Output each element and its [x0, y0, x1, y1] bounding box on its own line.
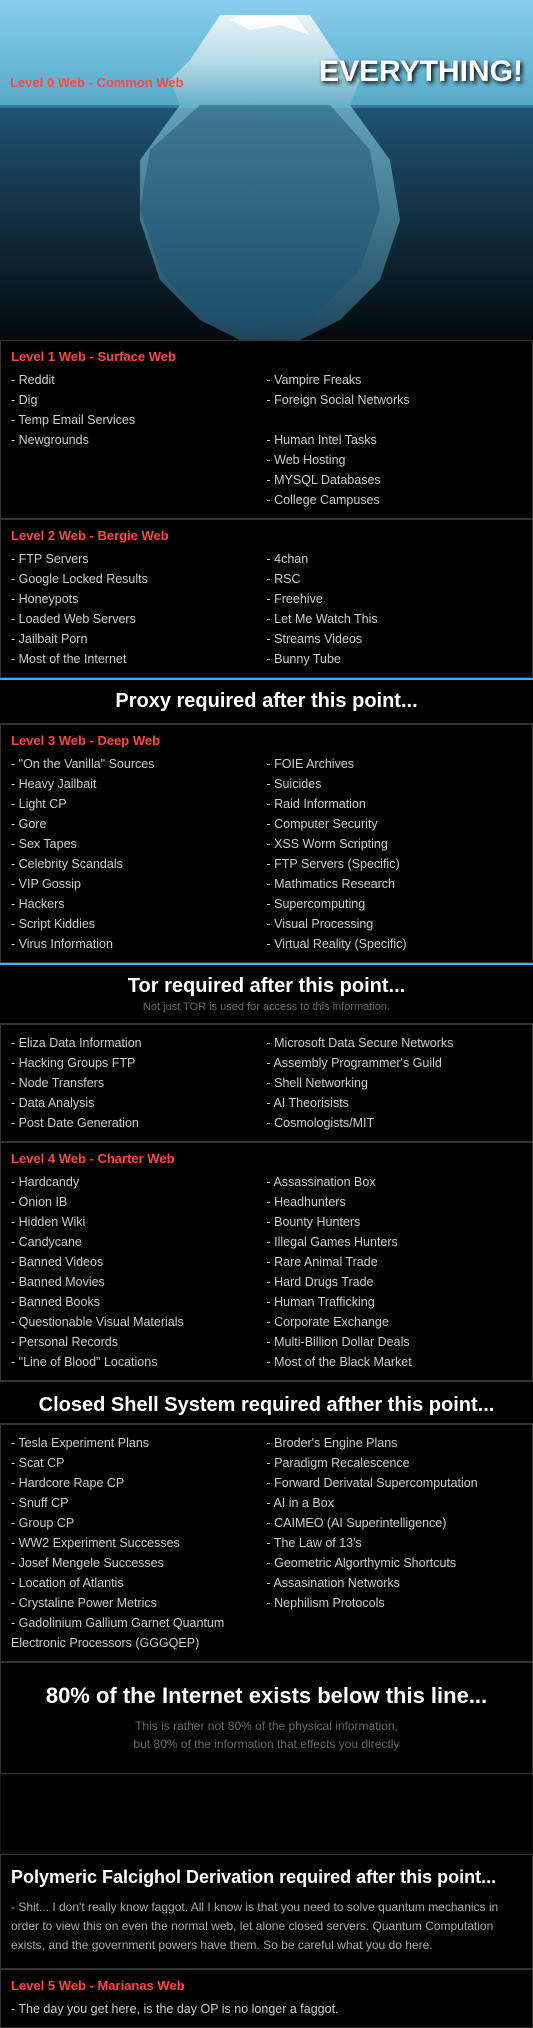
eighty-percent-text: 80% of the Internet exists below this li… — [11, 1683, 522, 1709]
tor-divider: Tor required after this point... Not jus… — [0, 963, 533, 1024]
tor-divider-subtext: Not just TOR is used for access to this … — [143, 1001, 390, 1013]
iceberg-header: Level 0 Web - Common Web EVERYTHING! — [0, 0, 533, 340]
level1-title: Level 1 Web - Surface Web — [11, 349, 522, 364]
level3-col2: - FOIE Archives- Suicides- Raid Informat… — [267, 754, 523, 954]
polymeric-body: - Shit... I don't really know faggot. Al… — [11, 1898, 522, 1956]
proxy-divider: Proxy required after this point... — [0, 678, 533, 724]
tor-col1: - Eliza Data Information- Hacking Groups… — [11, 1033, 267, 1133]
closed-shell-section: - Tesla Experiment Plans- Scat CP- Hardc… — [0, 1424, 533, 1662]
closed-shell-col2: - Broder's Engine Plans- Paradigm Recale… — [267, 1433, 523, 1653]
tor-col2: - Microsoft Data Secure Networks- Assemb… — [267, 1033, 523, 1133]
level2-col1: - FTP Servers- Google Locked Results- Ho… — [11, 549, 267, 669]
level5-item: - The day you get here, is the day OP is… — [11, 1999, 522, 2019]
level2-col2: - 4chan- RSC- Freehive- Let Me Watch Thi… — [267, 549, 523, 669]
level4-title: Level 4 Web - Charter Web — [11, 1151, 522, 1166]
polymeric-section: Polymeric Falcighol Derivation required … — [0, 1854, 533, 1969]
level4-col1: - Hardcandy- Onion IB- Hidden Wiki- Cand… — [11, 1172, 267, 1372]
level4-items: - Hardcandy- Onion IB- Hidden Wiki- Cand… — [11, 1172, 522, 1372]
level2-col2-items: - 4chan- RSC- Freehive- Let Me Watch Thi… — [267, 549, 518, 669]
level2-col1-items: - FTP Servers- Google Locked Results- Ho… — [11, 549, 262, 669]
closed-shell-text: Closed Shell System required afther this… — [39, 1394, 495, 1416]
level2-title: Level 2 Web - Bergie Web — [11, 528, 522, 543]
level1-col1: - Reddit- Dig- Temp Email Services- Newg… — [11, 370, 267, 510]
level3-title: Level 3 Web - Deep Web — [11, 733, 522, 748]
level2-section: Level 2 Web - Bergie Web - FTP Servers- … — [0, 519, 533, 678]
closed-shell-items: - Tesla Experiment Plans- Scat CP- Hardc… — [11, 1433, 522, 1653]
level3-items: - "On the Vanilla" Sources- Heavy Jailba… — [11, 754, 522, 954]
level3-col1: - "On the Vanilla" Sources- Heavy Jailba… — [11, 754, 267, 954]
eighty-percent-section: 80% of the Internet exists below this li… — [0, 1662, 533, 1774]
proxy-divider-text: Proxy required after this point... — [115, 690, 417, 712]
level1-col1-items: - Reddit- Dig- Temp Email Services- Newg… — [11, 370, 262, 450]
polymeric-title: Polymeric Falcighol Derivation required … — [11, 1867, 522, 1888]
level3-col1-items: - "On the Vanilla" Sources- Heavy Jailba… — [11, 754, 262, 954]
level4-section: Level 4 Web - Charter Web - Hardcandy- O… — [0, 1142, 533, 1381]
tor-section: - Eliza Data Information- Hacking Groups… — [0, 1024, 533, 1142]
eighty-percent-subtext: This is rather not 80% of the physical i… — [134, 1719, 400, 1751]
level1-section: Level 1 Web - Surface Web - Reddit- Dig-… — [0, 340, 533, 519]
level3-section: Level 3 Web - Deep Web - "On the Vanilla… — [0, 724, 533, 963]
level3-col2-items: - FOIE Archives- Suicides- Raid Informat… — [267, 754, 518, 954]
level1-col2: - Vampire Freaks- Foreign Social Network… — [267, 370, 523, 510]
closed-shell-divider: Closed Shell System required afther this… — [0, 1381, 533, 1424]
level4-col1-items: - Hardcandy- Onion IB- Hidden Wiki- Cand… — [11, 1172, 262, 1372]
level0-label: Level 0 Web - Common Web — [10, 75, 184, 90]
level1-col2-items: - Vampire Freaks- Foreign Social Network… — [267, 370, 518, 510]
level5-title: Level 5 Web - Marianas Web — [11, 1978, 522, 1993]
closed-shell-col1-items: - Tesla Experiment Plans- Scat CP- Hardc… — [11, 1433, 262, 1653]
level4-col2: - Assassination Box- Headhunters- Bounty… — [267, 1172, 523, 1372]
level2-items: - FTP Servers- Google Locked Results- Ho… — [11, 549, 522, 669]
tor-divider-text: Tor required after this point... — [128, 975, 405, 997]
tor-items: - Eliza Data Information- Hacking Groups… — [11, 1033, 522, 1133]
everything-text: EVERYTHING! — [319, 55, 523, 89]
closed-shell-col2-items: - Broder's Engine Plans- Paradigm Recale… — [267, 1433, 518, 1613]
level5-section: Level 5 Web - Marianas Web - The day you… — [0, 1969, 533, 2028]
level4-col2-items: - Assassination Box- Headhunters- Bounty… — [267, 1172, 518, 1372]
level1-items: - Reddit- Dig- Temp Email Services- Newg… — [11, 370, 522, 510]
closed-shell-col1: - Tesla Experiment Plans- Scat CP- Hardc… — [11, 1433, 267, 1653]
tor-col1-items: - Eliza Data Information- Hacking Groups… — [11, 1033, 262, 1133]
tor-col2-items: - Microsoft Data Secure Networks- Assemb… — [267, 1033, 518, 1133]
spacer — [0, 1774, 533, 1854]
